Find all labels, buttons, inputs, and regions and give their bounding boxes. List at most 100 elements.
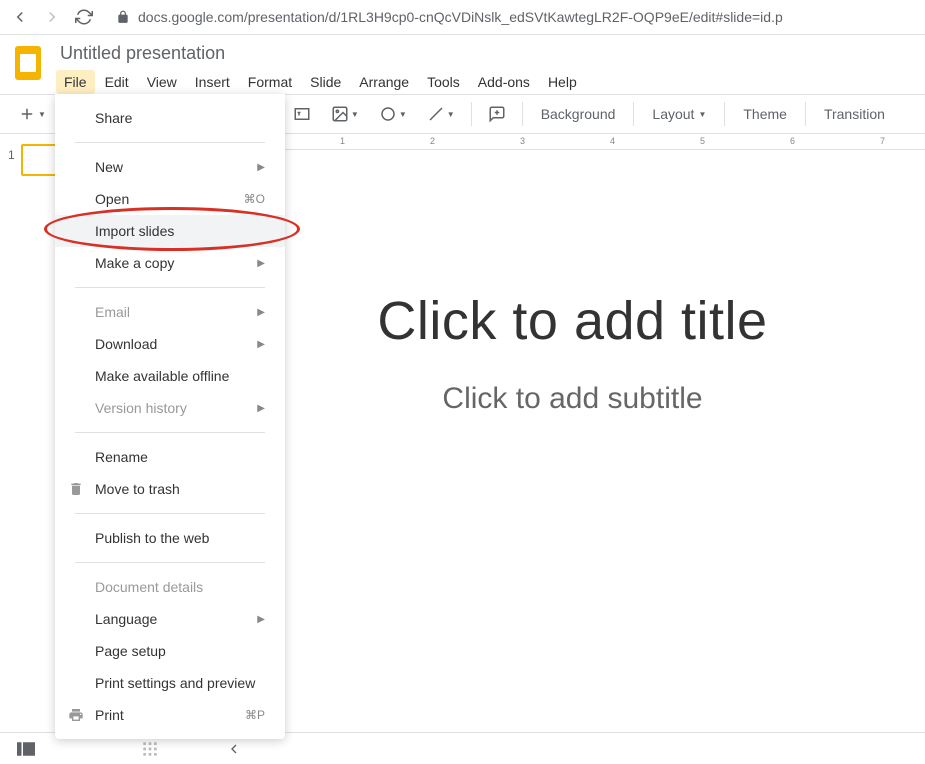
menu-item-label: Rename (95, 449, 148, 465)
reload-button[interactable] (74, 7, 94, 27)
file-menu-dropdown: Share New ▶ Open ⌘O Import slides Make a… (55, 94, 285, 739)
menu-item-label: Publish to the web (95, 530, 209, 546)
ruler-tick: 6 (790, 136, 795, 146)
separator (805, 102, 806, 126)
filmstrip-view-button[interactable] (14, 737, 38, 761)
title-placeholder[interactable]: Click to add title (280, 290, 865, 352)
subtitle-placeholder[interactable]: Click to add subtitle (280, 382, 865, 416)
doc-title[interactable]: Untitled presentation (56, 41, 915, 66)
menu-view[interactable]: View (139, 70, 185, 94)
menu-item-label: Language (95, 611, 157, 627)
menu-item-document-details: Document details (55, 571, 285, 603)
grid-view-button[interactable] (138, 737, 162, 761)
theme-button[interactable]: Theme (733, 100, 797, 128)
slide-canvas[interactable]: Click to add title Click to add subtitle (240, 250, 905, 456)
ruler-tick: 1 (340, 136, 345, 146)
horizontal-ruler: 1 2 3 4 5 6 7 (220, 134, 925, 150)
menu-item-label: Download (95, 336, 157, 352)
menu-file[interactable]: File (56, 70, 95, 94)
menu-item-label: Make available offline (95, 368, 229, 384)
layout-button[interactable]: Layout ▼ (642, 100, 716, 128)
ruler-tick: 5 (700, 136, 705, 146)
menu-edit[interactable]: Edit (97, 70, 137, 94)
menu-item-offline[interactable]: Make available offline (55, 360, 285, 392)
print-icon (67, 706, 85, 724)
image-button[interactable]: ▼ (323, 99, 367, 129)
menu-help[interactable]: Help (540, 70, 585, 94)
separator (75, 142, 265, 143)
menu-insert[interactable]: Insert (187, 70, 238, 94)
chevron-right-icon: ▶ (257, 403, 265, 414)
menu-item-label: Version history (95, 400, 187, 416)
background-button[interactable]: Background (531, 100, 626, 128)
menu-item-publish[interactable]: Publish to the web (55, 522, 285, 554)
menu-item-open[interactable]: Open ⌘O (55, 183, 285, 215)
chevron-down-icon: ▼ (447, 110, 455, 119)
chevron-right-icon: ▶ (257, 258, 265, 269)
browser-toolbar: docs.google.com/presentation/d/1RL3H9cp0… (0, 0, 925, 35)
slide-number: 1 (8, 144, 15, 176)
menu-item-label: Make a copy (95, 255, 174, 271)
menu-item-make-copy[interactable]: Make a copy ▶ (55, 247, 285, 279)
chevron-right-icon: ▶ (257, 614, 265, 625)
menu-item-label: Import slides (95, 223, 174, 239)
separator (75, 562, 265, 563)
menu-tools[interactable]: Tools (419, 70, 468, 94)
menu-item-label: Open (95, 191, 129, 207)
ruler-tick: 3 (520, 136, 525, 146)
chevron-down-icon: ▼ (399, 110, 407, 119)
slides-logo[interactable] (10, 41, 46, 85)
new-slide-button[interactable]: ▼ (10, 99, 54, 129)
lock-icon (116, 10, 130, 24)
url-bar[interactable]: docs.google.com/presentation/d/1RL3H9cp0… (106, 5, 915, 29)
menu-addons[interactable]: Add-ons (470, 70, 538, 94)
chevron-down-icon: ▼ (698, 110, 706, 119)
menu-arrange[interactable]: Arrange (351, 70, 417, 94)
menu-item-label: Move to trash (95, 481, 180, 497)
keyboard-shortcut: ⌘P (245, 708, 265, 722)
chevron-right-icon: ▶ (257, 162, 265, 173)
menu-item-email: Email ▶ (55, 296, 285, 328)
transition-button[interactable]: Transition (814, 100, 895, 128)
ruler-tick: 4 (610, 136, 615, 146)
chevron-down-icon: ▼ (351, 110, 359, 119)
separator (471, 102, 472, 126)
forward-button[interactable] (42, 7, 62, 27)
menu-item-label: Share (95, 110, 132, 126)
menu-item-label: Email (95, 304, 130, 320)
menubar: File Edit View Insert Format Slide Arran… (56, 70, 915, 94)
menu-item-label: Document details (95, 579, 203, 595)
separator (75, 432, 265, 433)
menu-item-page-setup[interactable]: Page setup (55, 635, 285, 667)
menu-item-language[interactable]: Language ▶ (55, 603, 285, 635)
comment-button[interactable] (480, 99, 514, 129)
ruler-tick: 7 (880, 136, 885, 146)
menu-item-move-trash[interactable]: Move to trash (55, 473, 285, 505)
menu-item-download[interactable]: Download ▶ (55, 328, 285, 360)
menu-item-label: Page setup (95, 643, 166, 659)
menu-item-rename[interactable]: Rename (55, 441, 285, 473)
textbox-button[interactable] (285, 99, 319, 129)
separator (75, 287, 265, 288)
shape-button[interactable]: ▼ (371, 99, 415, 129)
collapse-panel-button[interactable] (222, 737, 246, 761)
doc-header: Untitled presentation File Edit View Ins… (0, 35, 925, 94)
menu-item-share[interactable]: Share (55, 102, 285, 134)
separator (724, 102, 725, 126)
chevron-right-icon: ▶ (257, 307, 265, 318)
chevron-right-icon: ▶ (257, 339, 265, 350)
separator (75, 513, 265, 514)
menu-item-new[interactable]: New ▶ (55, 151, 285, 183)
menu-item-print-settings[interactable]: Print settings and preview (55, 667, 285, 699)
menu-format[interactable]: Format (240, 70, 300, 94)
url-text: docs.google.com/presentation/d/1RL3H9cp0… (138, 9, 783, 25)
back-button[interactable] (10, 7, 30, 27)
menu-slide[interactable]: Slide (302, 70, 349, 94)
layout-label: Layout (652, 106, 694, 122)
line-button[interactable]: ▼ (419, 99, 463, 129)
menu-item-print[interactable]: Print ⌘P (55, 699, 285, 731)
canvas-area: 1 2 3 4 5 6 7 Click to add title Click t… (220, 134, 925, 731)
menu-item-import-slides[interactable]: Import slides (55, 215, 285, 247)
menu-item-label: Print settings and preview (95, 675, 255, 691)
menu-item-label: New (95, 159, 123, 175)
